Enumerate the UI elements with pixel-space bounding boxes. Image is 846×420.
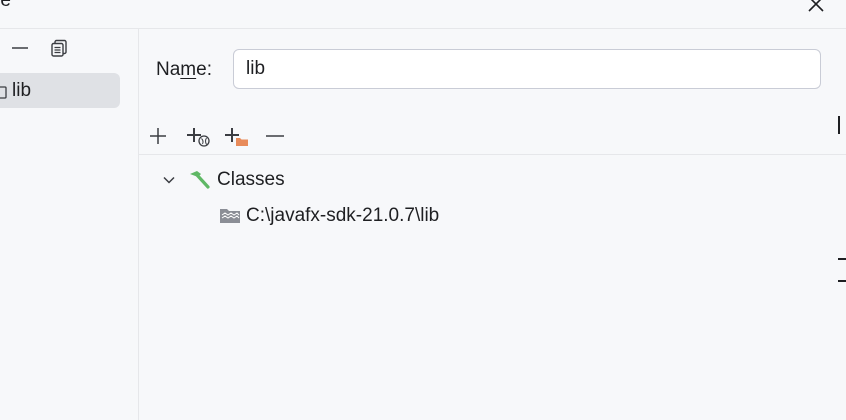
tree-node-label: Classes	[217, 169, 285, 190]
name-label-prefix: Na	[156, 59, 181, 80]
name-field-label: Name:	[156, 59, 212, 81]
dialog-title: re	[0, 0, 11, 11]
minus-icon	[266, 135, 284, 137]
library-item-label: lib	[12, 80, 32, 101]
edge-artifact	[838, 116, 846, 134]
library-item-lib[interactable]: lib	[0, 73, 120, 108]
plus-folder-icon	[225, 128, 248, 146]
chevron-down-icon[interactable]	[161, 172, 177, 188]
copy-icon	[51, 39, 67, 57]
jar-directory-icon	[220, 209, 240, 223]
tree-node-classes[interactable]: Classes	[161, 167, 285, 193]
edge-artifact	[838, 258, 846, 260]
remove-library-button[interactable]	[8, 37, 32, 59]
plus-globe-icon	[187, 128, 210, 147]
add-button[interactable]	[145, 124, 171, 148]
library-list-pane: lib	[0, 29, 139, 420]
remove-button[interactable]	[262, 124, 288, 148]
library-detail-pane: Name: Classes	[139, 29, 846, 420]
plus-icon	[150, 128, 166, 144]
toolbar-divider	[139, 154, 846, 155]
name-label-suffix: e:	[196, 59, 212, 80]
copy-library-button[interactable]	[47, 37, 71, 59]
tree-node-path: C:\javafx-sdk-21.0.7\lib	[246, 205, 440, 226]
attach-jar-directories-button[interactable]	[223, 124, 249, 148]
close-button[interactable]	[800, 0, 832, 18]
dialog-title-bar: re	[0, 0, 846, 29]
library-folder-icon	[0, 86, 7, 99]
name-label-mnemonic: m	[180, 59, 197, 80]
hammer-icon	[190, 171, 210, 189]
attach-url-button[interactable]	[185, 124, 211, 148]
close-icon	[808, 0, 824, 12]
library-name-input[interactable]	[233, 49, 821, 89]
tree-node-jar-directory[interactable]: C:\javafx-sdk-21.0.7\lib	[219, 203, 439, 229]
minus-icon	[12, 47, 28, 49]
edge-artifact	[838, 280, 846, 282]
